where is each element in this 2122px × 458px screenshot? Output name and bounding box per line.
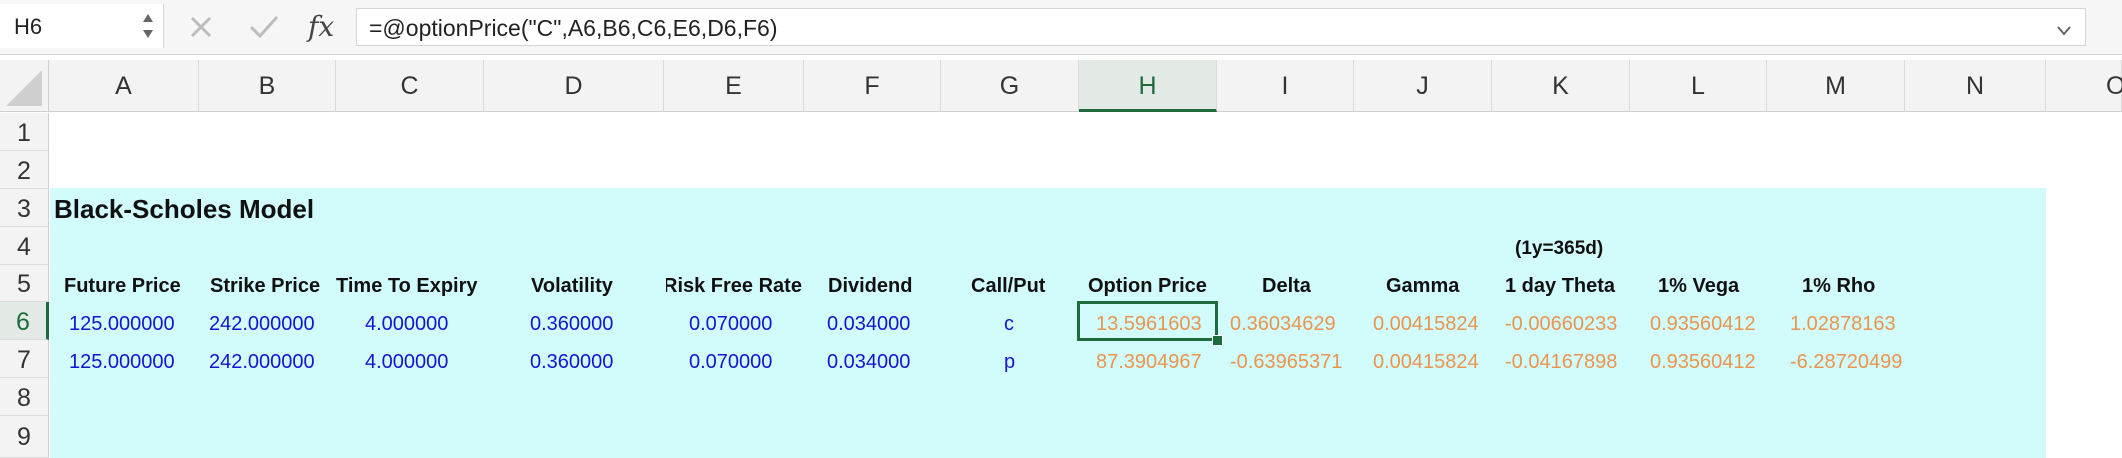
row-header-6[interactable]: 6 [0, 302, 49, 340]
cancel-icon[interactable] [186, 8, 218, 49]
column-header-o[interactable]: O [2046, 60, 2122, 112]
cell-a7[interactable]: 125.000000 [69, 352, 175, 372]
name-box-value: H6 [14, 14, 43, 39]
name-box[interactable]: H6 [0, 4, 164, 48]
cell-c6[interactable]: 4.000000 [365, 314, 448, 334]
select-all-corner[interactable] [0, 60, 49, 112]
column-header-d[interactable]: D [484, 60, 664, 112]
cell-m7[interactable]: -6.28720499 [1790, 352, 1902, 372]
cell-b6[interactable]: 242.000000 [209, 314, 315, 334]
row-header-4[interactable]: 4 [0, 227, 49, 265]
column-header-i[interactable]: I [1217, 60, 1354, 112]
column-header-b[interactable]: B [199, 60, 336, 112]
cell-e6[interactable]: 0.070000 [689, 314, 772, 334]
cell-i6[interactable]: 0.36034629 [1230, 314, 1336, 334]
row-header-9[interactable]: 9 [0, 416, 49, 458]
cell-j6[interactable]: 0.00415824 [1373, 314, 1479, 334]
column-header-f[interactable]: F [804, 60, 941, 112]
cell-d7[interactable]: 0.360000 [530, 352, 613, 372]
cell-a6[interactable]: 125.000000 [69, 314, 175, 334]
cell-m6[interactable]: 1.02878163 [1790, 314, 1896, 334]
header-risk-free-rate[interactable]: Risk Free Rate [666, 276, 803, 296]
formula-input[interactable]: =@optionPrice("C",A6,B6,C6,E6,D6,F6) [356, 8, 2086, 46]
header-gamma[interactable]: Gamma [1386, 276, 1459, 296]
formula-bar: H6 fx =@optionPrice("C",A6,B6,C6,E6,D6,F… [0, 0, 2122, 55]
header-dividend[interactable]: Dividend [828, 276, 912, 296]
header-strike-price[interactable]: Strike Price [210, 276, 320, 296]
cell-b7[interactable]: 242.000000 [209, 352, 315, 372]
header-option-price[interactable]: Option Price [1088, 276, 1207, 296]
row-header-1[interactable]: 1 [0, 113, 49, 151]
column-header-c[interactable]: C [336, 60, 484, 112]
header-volatility[interactable]: Volatility [531, 276, 613, 296]
insert-function-icon[interactable]: fx [308, 10, 334, 43]
cell-f7[interactable]: 0.034000 [827, 352, 910, 372]
column-header-k[interactable]: K [1492, 60, 1630, 112]
header-call-put[interactable]: Call/Put [971, 276, 1045, 296]
row-header-8[interactable]: 8 [0, 378, 49, 416]
name-box-stepper-icon[interactable] [141, 10, 155, 42]
row-header-2[interactable]: 2 [0, 151, 49, 189]
cell-k7[interactable]: -0.04167898 [1505, 352, 1617, 372]
row-header-5[interactable]: 5 [0, 265, 49, 302]
expand-formula-bar-icon[interactable] [2057, 26, 2071, 36]
column-header-e[interactable]: E [664, 60, 804, 112]
model-title[interactable]: Black-Scholes Model [54, 196, 314, 222]
cell-l7[interactable]: 0.93560412 [1650, 352, 1756, 372]
row-header-3[interactable]: 3 [0, 189, 49, 227]
column-header-a[interactable]: A [49, 60, 199, 112]
cell-d6[interactable]: 0.360000 [530, 314, 613, 334]
header-1-day-theta[interactable]: 1 day Theta [1505, 276, 1615, 296]
cell-k6[interactable]: -0.00660233 [1505, 314, 1617, 334]
column-header-h[interactable]: H [1079, 60, 1217, 112]
cell-g7[interactable]: p [1004, 352, 1015, 372]
header-1pct-rho[interactable]: 1% Rho [1802, 276, 1875, 296]
column-header-j[interactable]: J [1354, 60, 1492, 112]
column-header-m[interactable]: M [1767, 60, 1905, 112]
column-header-n[interactable]: N [1905, 60, 2046, 112]
column-header-l[interactable]: L [1630, 60, 1767, 112]
cell-g6[interactable]: c [1004, 314, 1014, 334]
header-future-price[interactable]: Future Price [64, 276, 181, 296]
cell-e7[interactable]: 0.070000 [689, 352, 772, 372]
cell-l6[interactable]: 0.93560412 [1650, 314, 1756, 334]
header-1pct-vega[interactable]: 1% Vega [1658, 276, 1739, 296]
cell-c7[interactable]: 4.000000 [365, 352, 448, 372]
header-delta[interactable]: Delta [1262, 276, 1311, 296]
header-time-to-expiry[interactable]: Time To Expiry [336, 276, 478, 296]
cell-i7[interactable]: -0.63965371 [1230, 352, 1342, 372]
cell-j7[interactable]: 0.00415824 [1373, 352, 1479, 372]
confirm-icon[interactable] [246, 8, 282, 49]
cell-h7[interactable]: 87.3904967 [1096, 352, 1202, 372]
theta-note[interactable]: (1y=365d) [1515, 239, 1603, 258]
row-header-7[interactable]: 7 [0, 340, 49, 378]
cell-f6[interactable]: 0.034000 [827, 314, 910, 334]
column-header-g[interactable]: G [941, 60, 1079, 112]
formula-text: =@optionPrice("C",A6,B6,C6,E6,D6,F6) [369, 15, 778, 41]
cell-h6[interactable]: 13.5961603 [1096, 314, 1202, 334]
fill-handle[interactable] [1212, 335, 1223, 346]
